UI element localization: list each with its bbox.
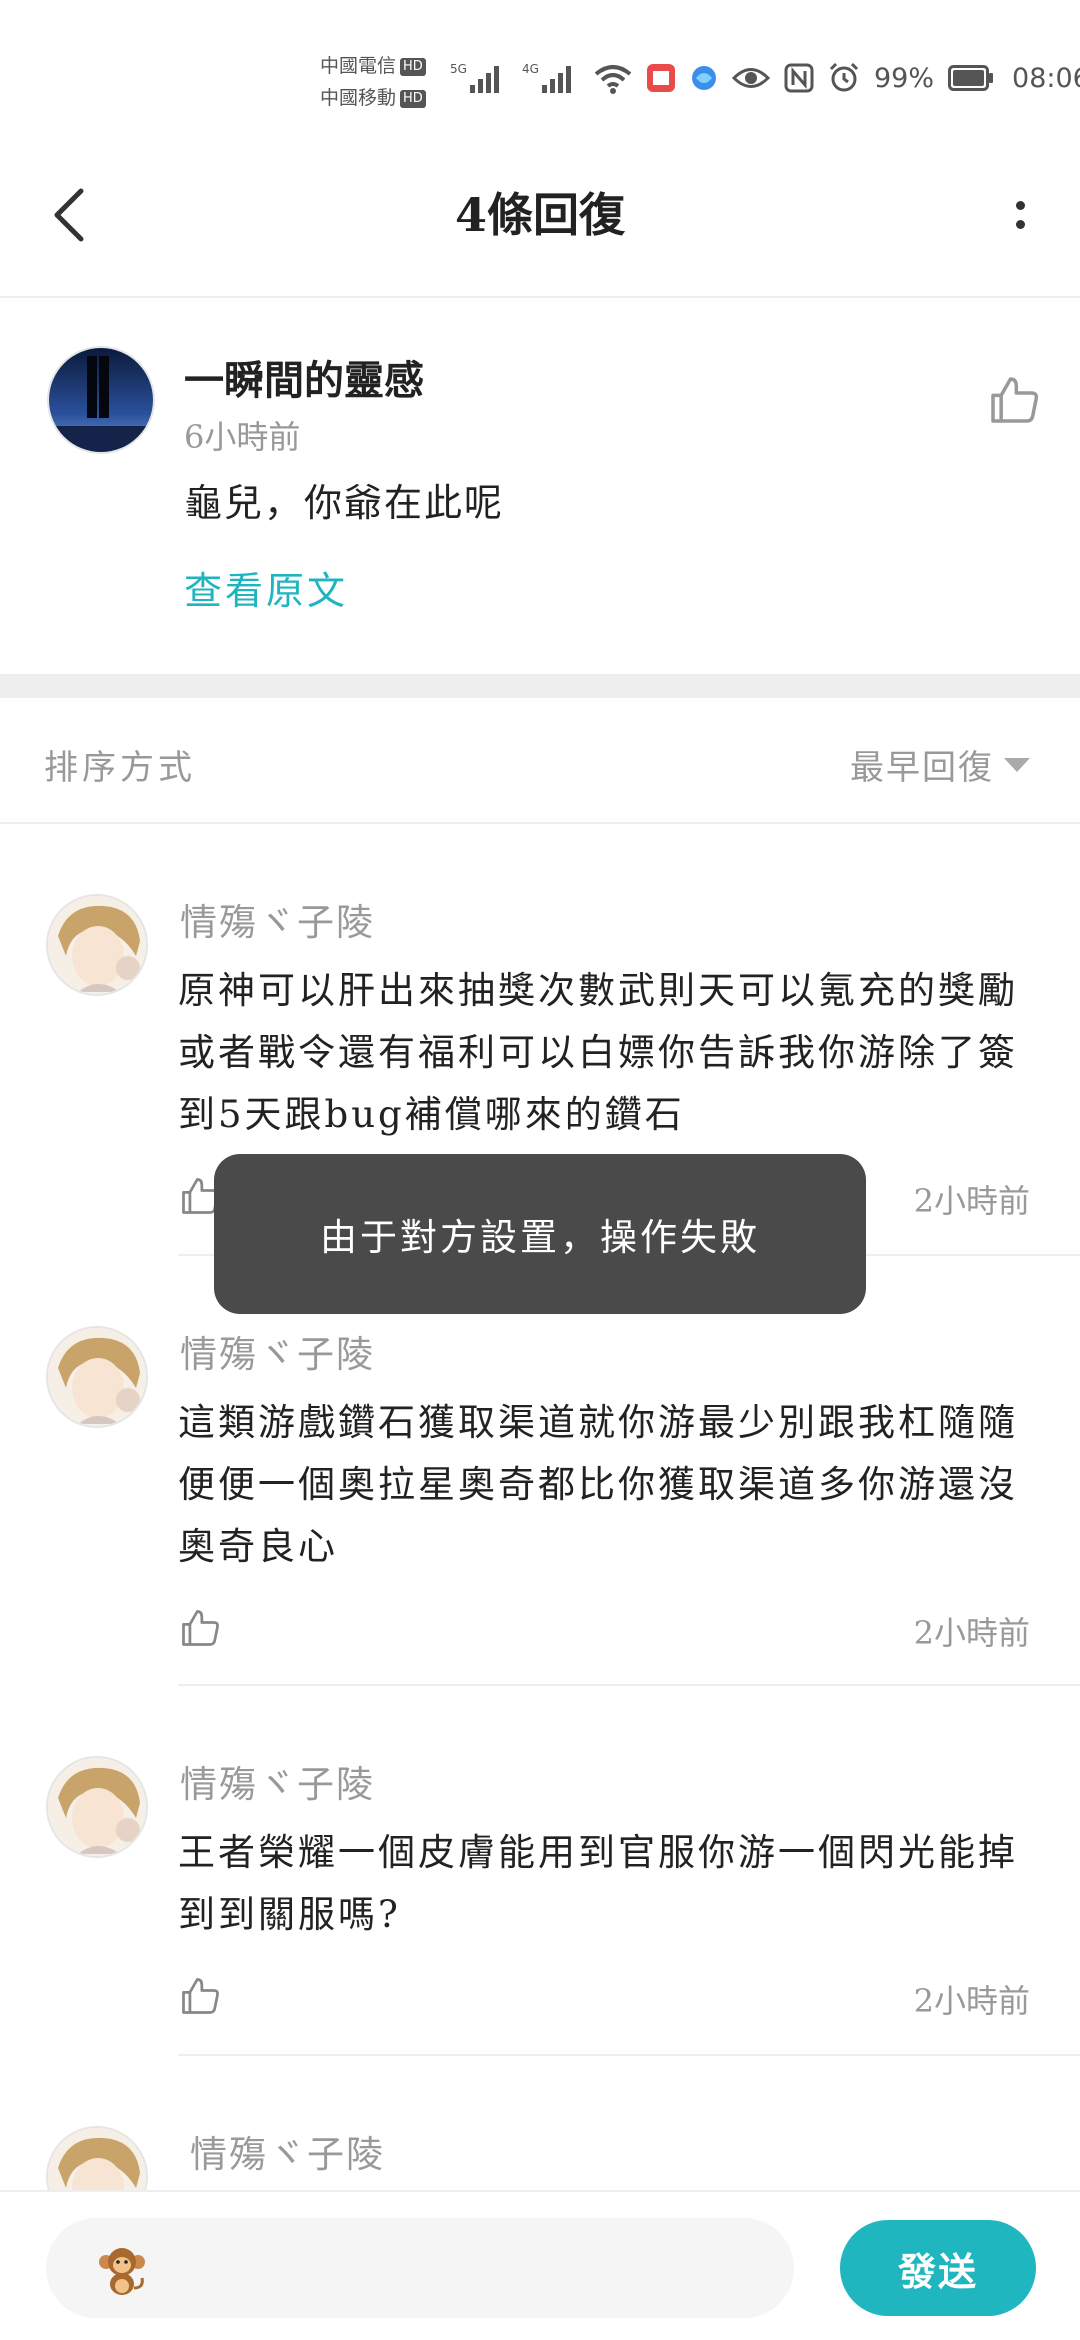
nfc-icon [784, 63, 814, 93]
sort-value: 最早回復 [850, 748, 994, 788]
status-icons: 5G 4G 99% 08:0 [450, 58, 1080, 98]
reply-author[interactable]: 情殤ヾ子陵 [180, 1324, 375, 1378]
battery-percent: 99% [874, 62, 935, 94]
eye-icon [732, 68, 770, 88]
caret-down-icon [1004, 757, 1030, 772]
nav-bar: 4條回復 [0, 130, 1080, 298]
more-dot-icon [1015, 220, 1025, 229]
original-comment: 一瞬間的靈感 6小時前 龜兒，你爺在此呢 查看原文 [0, 300, 1080, 674]
carrier-1: 中國電信 [320, 55, 397, 77]
reply-item: 情殤ヾ子陵 這類游戲鑽石獲取渠道就你游最少別跟我杠隨隨便便一個奧拉星奧奇都比你獲… [0, 1256, 1080, 1686]
reply-text: 王者榮耀一個皮膚能用到官服你游一個閃光能掉到到關服嗎? [178, 1831, 1018, 1936]
book-app-icon [647, 64, 675, 92]
reply-text: 原神可以肝出來抽獎次數武則天可以氪充的獎勵或者戰令還有福利可以白嫖你告訴我你游除… [178, 969, 1018, 1136]
reply-input-bar: 發送 [0, 2190, 1080, 2340]
sort-row: 排序方式 最早回復 [0, 698, 1080, 824]
section-divider [0, 674, 1080, 698]
reply-author[interactable]: 情殤ヾ子陵 [190, 2124, 385, 2178]
avatar-image [48, 2128, 146, 2190]
more-options-button[interactable] [990, 180, 1050, 250]
avatar-image [49, 348, 153, 452]
thumbs-up-icon[interactable] [986, 372, 1042, 428]
avatar-image [48, 896, 146, 994]
comment-text: 龜兒，你爺在此呢 [184, 481, 505, 525]
carrier-2: 中國移動 [320, 87, 397, 109]
reply-time: 2小時前 [913, 1982, 1030, 2020]
view-original-link[interactable]: 查看原文 [184, 560, 348, 615]
signal-5g-icon: 5G [450, 62, 499, 93]
reply-input[interactable] [46, 2218, 794, 2318]
reply-time: 2小時前 [913, 1614, 1030, 1652]
sort-dropdown[interactable]: 最早回復 [850, 740, 1030, 789]
post-time: 6小時前 [184, 418, 301, 456]
reply-text: 這類游戲鑽石獲取渠道就你游最少別跟我杠隨隨便便一個奧拉星奧奇都比你獲取渠道多你游… [178, 1401, 1018, 1568]
clock: 08:06 [1012, 62, 1080, 94]
page-title: 4條回復 [454, 188, 625, 242]
signal-4g-icon: 4G [522, 62, 571, 93]
more-dot-icon [1015, 201, 1025, 210]
browser-app-icon [692, 66, 716, 90]
send-button[interactable]: 發送 [840, 2220, 1036, 2316]
reply-item: 情殤ヾ子陵 [0, 2056, 1080, 2190]
author-name[interactable]: 一瞬間的靈感 [184, 348, 424, 406]
reply-avatar[interactable] [46, 1756, 148, 1858]
net-label-2: 4G [522, 62, 539, 76]
thumbs-up-icon[interactable] [178, 1974, 222, 2018]
status-bar: 中國電信 HD 中國移動 HD 5G 4G 99% 08:0 [0, 0, 1080, 130]
thumbs-up-icon[interactable] [178, 1606, 222, 1650]
reply-author[interactable]: 情殤ヾ子陵 [180, 1754, 375, 1808]
monkey-emoji-icon[interactable] [94, 2242, 150, 2298]
hd-badge-1: HD [400, 58, 426, 76]
battery-icon [948, 65, 994, 91]
reply-time: 2小時前 [913, 1182, 1030, 1220]
sort-label: 排序方式 [44, 748, 196, 788]
author-avatar[interactable] [47, 346, 155, 454]
alarm-icon [829, 62, 859, 92]
reply-avatar[interactable] [46, 2126, 148, 2190]
hd-badge-2: HD [400, 90, 426, 108]
toast-message: 由于對方設置，操作失敗 [214, 1154, 866, 1314]
avatar-image [48, 1328, 146, 1426]
reply-avatar[interactable] [46, 1326, 148, 1428]
carrier-info: 中國電信 HD 中國移動 HD [320, 50, 426, 114]
reply-item: 情殤ヾ子陵 王者榮耀一個皮膚能用到官服你游一個閃光能掉到到關服嗎? 2小時前 [0, 1686, 1080, 2056]
reply-avatar[interactable] [46, 894, 148, 996]
net-label-1: 5G [450, 62, 467, 76]
avatar-image [48, 1758, 146, 1856]
reply-author[interactable]: 情殤ヾ子陵 [180, 892, 375, 946]
wifi-icon [594, 65, 632, 94]
